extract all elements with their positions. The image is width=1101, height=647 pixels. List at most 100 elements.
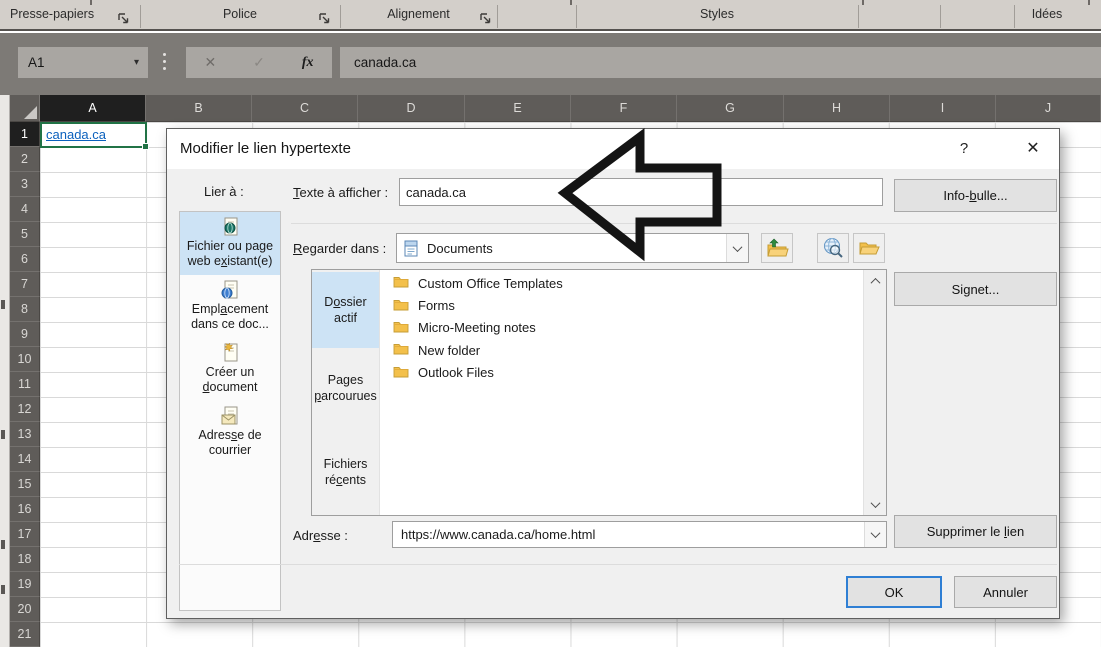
link-type-item[interactable]: Adresse decourrier [180,401,280,464]
row-header-5[interactable]: 5 [10,222,40,247]
link-type-item[interactable]: Créer undocument [180,338,280,401]
name-box-dropdown-icon[interactable]: ▾ [134,47,139,78]
formula-bar-grip [163,53,166,70]
window-edge-strip [0,95,10,647]
group-separator [340,5,341,28]
column-header-J[interactable]: J [996,95,1101,122]
look-in-dropdown-icon[interactable] [726,234,748,262]
scroll-down-icon[interactable] [864,493,887,515]
group-separator [140,5,141,28]
cell-a1-hyperlink[interactable]: canada.ca [40,122,147,148]
file-list-item[interactable]: Outlook Files [380,362,862,384]
file-list-item[interactable]: Custom Office Templates [380,272,862,294]
look-in-value: Documents [419,241,493,256]
select-all-button[interactable] [10,95,40,122]
row-header-7[interactable]: 7 [10,272,40,297]
link-to-sidebar: Fichier ou pageweb existant(e)Emplacemen… [179,211,281,611]
row-header-6[interactable]: 6 [10,247,40,272]
dialog-launcher-icon[interactable] [318,12,331,25]
ribbon-group-label: Presse-papiers [0,7,135,21]
look-in-combobox[interactable]: Documents [396,233,749,263]
ribbon-group-label: Styles [576,7,858,21]
column-header-I[interactable]: I [890,95,996,122]
create-new-document-icon [181,341,279,363]
row-header-4[interactable]: 4 [10,197,40,222]
link-type-item[interactable]: Emplacementdans ce doc... [180,275,280,338]
remove-link-button[interactable]: Supprimer le lien [894,515,1057,548]
browse-web-button[interactable] [817,233,849,263]
up-one-folder-button[interactable] [761,233,793,263]
file-list-item[interactable]: Forms [380,294,862,316]
row-header-13[interactable]: 13 [10,422,40,447]
ok-button[interactable]: OK [846,576,942,608]
dialog-close-button[interactable]: ✕ [1021,137,1045,161]
row-header-1[interactable]: 1 [10,122,40,147]
cancel-button[interactable]: Annuler [954,576,1057,608]
dialog-help-button[interactable]: ? [953,138,975,160]
documents-icon [403,240,419,257]
row-header-21[interactable]: 21 [10,622,40,647]
formula-bar-input[interactable]: canada.ca [340,47,1101,78]
row-header-18[interactable]: 18 [10,547,40,572]
address-combobox[interactable]: https://www.canada.ca/home.html [392,521,887,548]
file-list-item[interactable]: New folder [380,339,862,361]
column-header-A[interactable]: A [40,95,146,122]
group-separator [576,5,577,28]
dialog-titlebar[interactable]: Modifier le lien hypertexte [167,129,1059,169]
dialog-title: Modifier le lien hypertexte [180,129,351,169]
fill-handle[interactable] [142,143,149,150]
row-header-2[interactable]: 2 [10,147,40,172]
row-header-10[interactable]: 10 [10,347,40,372]
column-header-F[interactable]: F [571,95,677,122]
tab-boundary-tick [90,0,92,5]
cancel-icon[interactable]: ✕ [204,54,216,71]
address-value: https://www.canada.ca/home.html [393,527,595,542]
row-header-12[interactable]: 12 [10,397,40,422]
row-header-15[interactable]: 15 [10,472,40,497]
places-bar-item[interactable]: Fichiersrécents [312,450,379,494]
edit-hyperlink-dialog: Modifier le lien hypertexte ? ✕ Lier à :… [166,128,1060,619]
folder-icon [393,275,409,291]
scrollbar[interactable] [863,270,886,515]
column-header-C[interactable]: C [252,95,358,122]
row-header-3[interactable]: 3 [10,172,40,197]
link-type-item[interactable]: Fichier ou pageweb existant(e) [180,212,280,275]
row-header-11[interactable]: 11 [10,372,40,397]
row-header-9[interactable]: 9 [10,322,40,347]
folder-icon [393,298,409,314]
separator [291,223,1057,224]
tab-boundary-tick [1088,0,1090,5]
row-header-16[interactable]: 16 [10,497,40,522]
scroll-up-icon[interactable] [864,270,887,292]
places-bar-item[interactable]: Pagesparcourues [312,366,379,410]
insert-function-icon[interactable]: fx [302,55,314,71]
address-dropdown-icon[interactable] [864,522,886,547]
places-bar-item[interactable]: Dossier actif [312,272,379,348]
display-text-input[interactable] [399,178,883,206]
place-in-document-icon [181,278,279,300]
row-header-20[interactable]: 20 [10,597,40,622]
column-header-G[interactable]: G [677,95,784,122]
row-header-17[interactable]: 17 [10,522,40,547]
file-list-item[interactable]: Micro-Meeting notes [380,317,862,339]
name-box[interactable]: A1 ▾ [18,47,148,78]
formula-controls: ✕ ✓ fx [186,47,332,78]
ribbon-group-label: Alignement [340,7,497,21]
email-address-icon [181,404,279,426]
row-header-8[interactable]: 8 [10,297,40,322]
enter-icon[interactable]: ✓ [253,54,265,71]
column-header-E[interactable]: E [465,95,571,122]
browse-file-button[interactable] [853,233,885,263]
row-header-14[interactable]: 14 [10,447,40,472]
existing-file-webpage-icon [181,215,279,237]
column-header-H[interactable]: H [784,95,890,122]
tooltip-button[interactable]: Info-bulle... [894,179,1057,212]
row-header-19[interactable]: 19 [10,572,40,597]
dialog-launcher-icon[interactable] [117,12,130,25]
group-separator [940,5,941,28]
column-header-D[interactable]: D [358,95,465,122]
dialog-launcher-icon[interactable] [479,12,492,25]
ribbon-group-label: Police [140,7,340,21]
bookmark-button[interactable]: Signet... [894,272,1057,306]
column-header-B[interactable]: B [146,95,252,122]
